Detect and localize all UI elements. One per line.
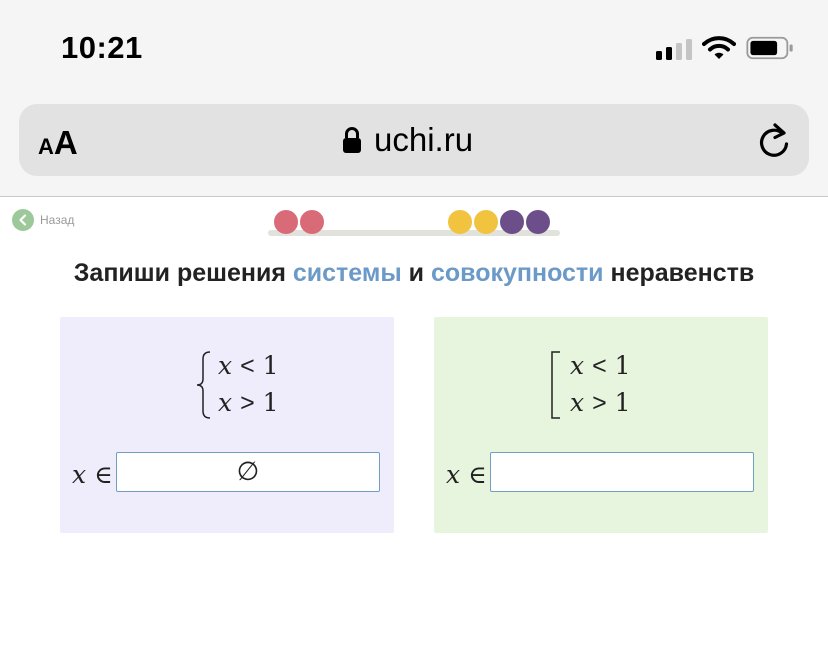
progress-dot (500, 210, 524, 234)
title-text-2: и (401, 259, 431, 287)
progress-dot (448, 210, 472, 234)
progress-dot (526, 210, 550, 234)
system-line-1: x < 1 (218, 351, 279, 380)
union-line-2: x > 1 (570, 388, 631, 417)
chevron-left-icon (12, 209, 34, 231)
status-icons (656, 35, 794, 61)
back-label: Назад (40, 213, 75, 227)
reload-icon[interactable] (756, 122, 792, 160)
union-answer-input[interactable] (490, 452, 754, 492)
union-answer-label: x ∈ (446, 460, 487, 489)
address-bar[interactable]: AA uchi.ru (19, 104, 809, 176)
system-card: x < 1 x > 1 x ∈ ∅ (60, 317, 394, 533)
system-answer-input[interactable]: ∅ (116, 452, 380, 492)
text-size-big: A (53, 124, 78, 161)
task-title: Запиши решения системы и совокупности не… (0, 259, 828, 288)
text-size-small: A (38, 134, 54, 159)
browser-chrome: 10:21 AA uchi.ru (0, 0, 828, 197)
system-answer-label: x ∈ (72, 460, 113, 489)
title-text-1: Запиши решения (73, 259, 293, 287)
wifi-icon (702, 36, 736, 59)
back-button[interactable]: Назад (12, 209, 74, 231)
title-text-3: неравенств (603, 259, 755, 287)
text-size-button[interactable]: AA (38, 124, 78, 162)
curly-brace-icon (196, 351, 211, 419)
title-highlight-union: совокупности (430, 259, 604, 287)
status-time: 10:21 (61, 30, 143, 65)
url-text: uchi.ru (374, 121, 474, 158)
lock-icon (343, 127, 361, 153)
system-line-2: x > 1 (218, 388, 279, 417)
progress-dot (474, 210, 498, 234)
title-highlight-system: системы (292, 259, 402, 287)
union-line-1: x < 1 (570, 351, 631, 380)
url-display[interactable]: uchi.ru (342, 121, 473, 159)
progress-dot (274, 210, 298, 234)
square-bracket-icon (551, 351, 560, 419)
progress-dot (300, 210, 324, 234)
signal-icon (656, 36, 692, 60)
union-card: x < 1 x > 1 x ∈ (434, 317, 768, 533)
battery-icon (746, 36, 793, 60)
